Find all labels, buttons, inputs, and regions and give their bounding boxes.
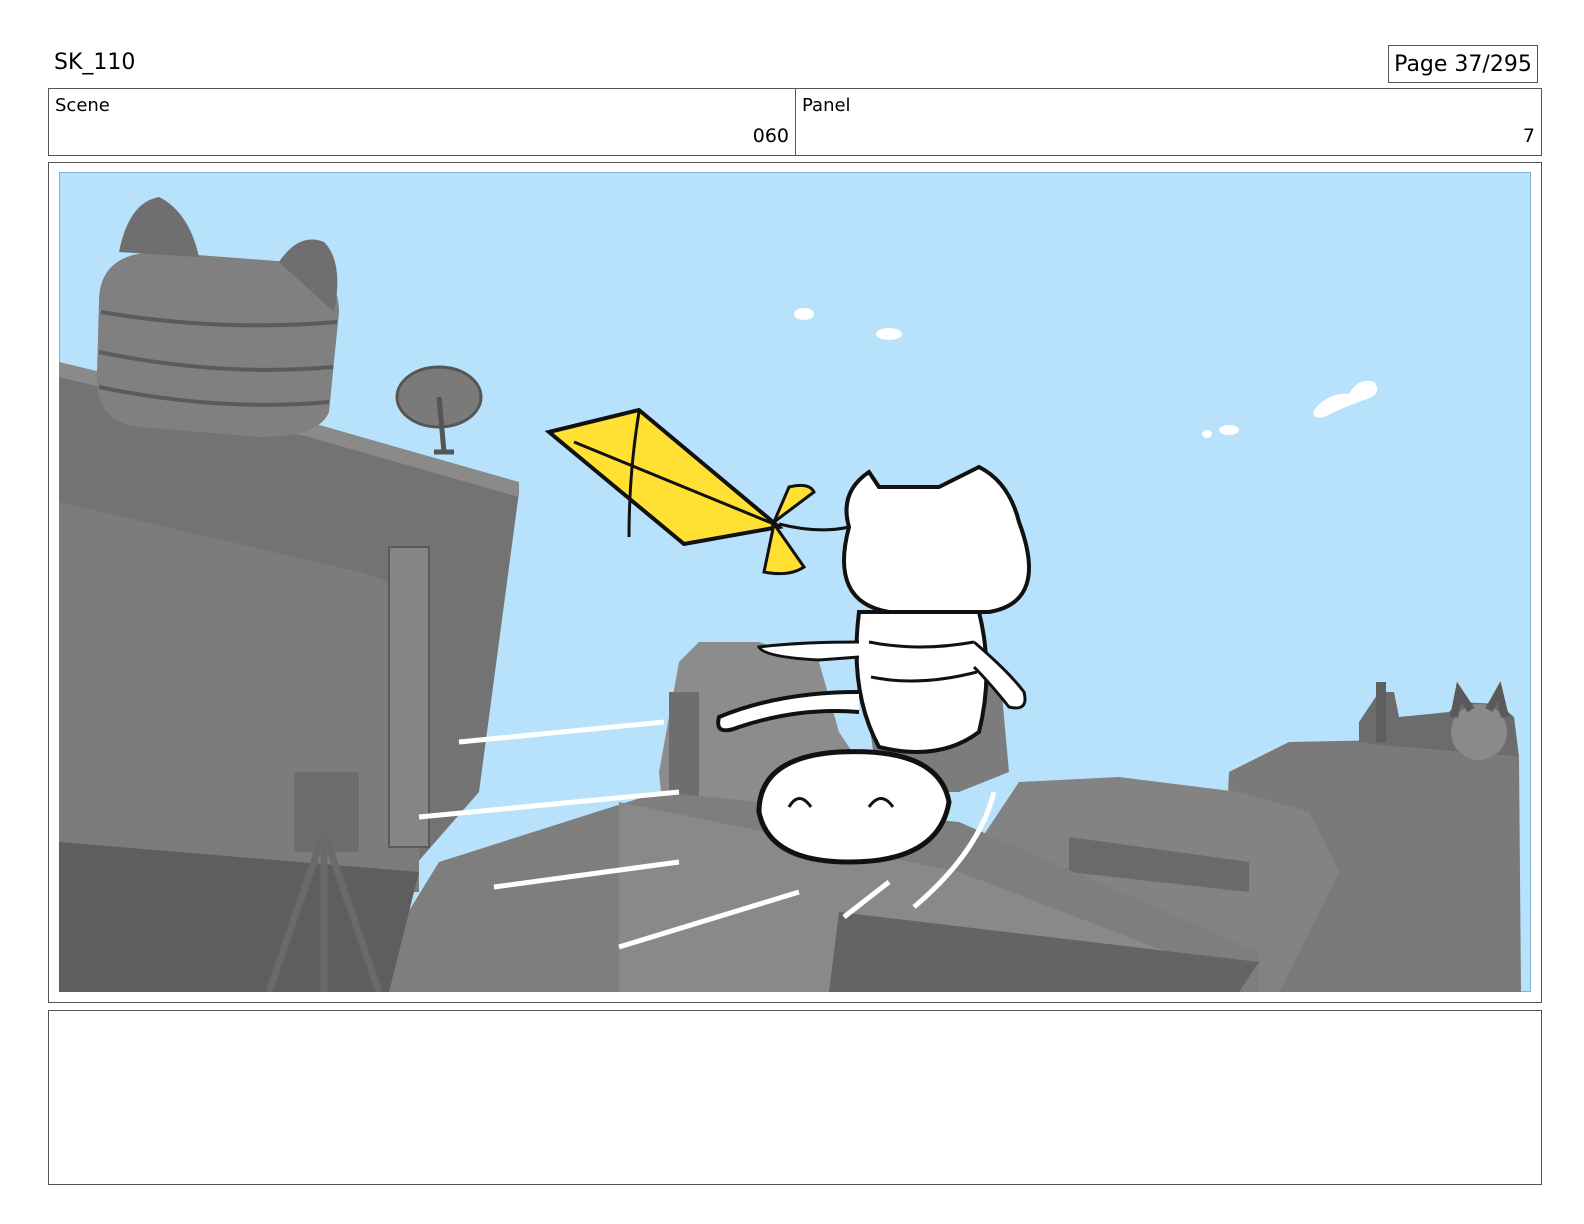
storyboard-artwork	[59, 172, 1531, 992]
rooftop-dome	[1451, 704, 1507, 760]
scene-number: 060	[752, 125, 789, 147]
cloud	[1202, 430, 1212, 438]
scene-label: Scene	[55, 95, 110, 116]
pole	[388, 546, 430, 848]
scene-panel-info: Scene 060 Panel 7	[48, 88, 1542, 156]
cloud	[1219, 425, 1239, 435]
page-counter: Page 37/295	[1388, 45, 1538, 83]
panel-cell: Panel 7	[796, 89, 1541, 155]
sheet-id: SK_110	[54, 50, 136, 75]
cat-head	[842, 464, 1031, 614]
bun-board	[756, 749, 952, 865]
panel-label: Panel	[802, 95, 851, 116]
panel-number: 7	[1522, 125, 1535, 147]
notes-box	[48, 1010, 1542, 1185]
cloud	[794, 308, 814, 320]
chimney	[1376, 682, 1386, 742]
cloud	[876, 328, 902, 340]
scene-cell: Scene 060	[49, 89, 796, 155]
storyboard-frame	[48, 162, 1542, 1003]
